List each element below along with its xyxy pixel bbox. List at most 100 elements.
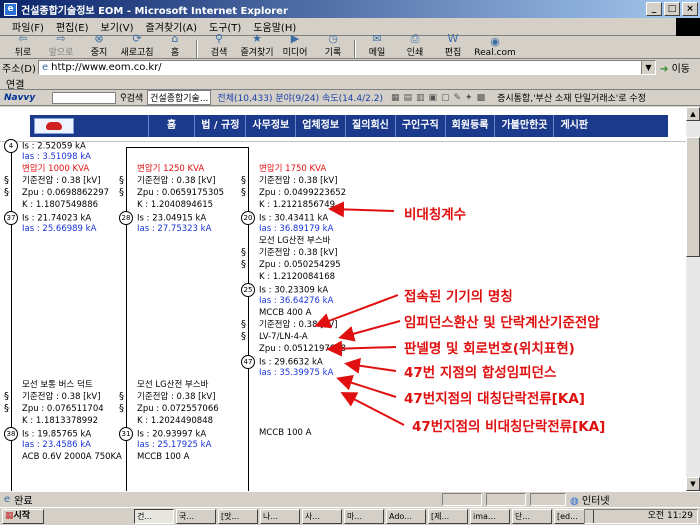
favorites-button[interactable]: ★ 즐겨찾기 xyxy=(238,33,276,59)
back-arrow-icon: ⇦ xyxy=(18,32,28,45)
print-button[interactable]: ⎙ 인쇄 xyxy=(396,32,434,59)
clock[interactable]: 오전 11:29 xyxy=(648,511,693,521)
arrow-base-voltage xyxy=(338,320,401,342)
home-icon: ⌂ xyxy=(171,32,179,45)
breaker-coil-icon: § xyxy=(241,331,246,342)
navvy-search-input[interactable] xyxy=(52,91,116,104)
scroll-up-icon[interactable]: ▲ xyxy=(686,107,700,121)
window-titlebar: e 건설종합기술정보 EOM - Microsoft Internet Expl… xyxy=(0,0,700,18)
globe-icon: ◍ xyxy=(570,496,579,507)
task-button[interactable]: ima... xyxy=(470,509,510,524)
task-button[interactable]: 단... xyxy=(512,509,552,524)
menu-file[interactable]: 파일(F) xyxy=(6,19,50,34)
arrow-impedance xyxy=(344,357,397,374)
stop-button[interactable]: ⊗ 중지 xyxy=(80,32,118,59)
real-icon: ◉ xyxy=(490,35,500,48)
refresh-icon: ⟳ xyxy=(132,32,142,45)
nav-law[interactable]: 법 / 규정 xyxy=(194,115,245,137)
go-button[interactable]: ➔ 이동 xyxy=(660,60,690,75)
status-text: 완료 xyxy=(14,496,33,507)
navvy-search-icon: ⚲ xyxy=(120,92,127,103)
navvy-search-button[interactable]: 검색 xyxy=(127,91,144,104)
system-tray: 오전 11:29 xyxy=(584,509,698,524)
history-button[interactable]: ◷ 기록 xyxy=(314,33,352,59)
node-38[interactable]: 38 xyxy=(4,427,18,441)
status-page-icon: e xyxy=(4,494,11,505)
task-button[interactable]: 사... xyxy=(302,509,342,524)
nav-office[interactable]: 사무정보 xyxy=(245,115,295,137)
mail-button[interactable]: ✉ 메일 xyxy=(358,33,396,59)
forward-arrow-icon: ⇨ xyxy=(56,32,66,45)
task-button[interactable]: 건... xyxy=(134,509,174,524)
node-31[interactable]: 31 xyxy=(119,427,133,441)
bus-coil-icon: § xyxy=(119,403,124,414)
search-button[interactable]: ⚲ 검색 xyxy=(200,33,238,59)
arrow-sym-current xyxy=(336,375,397,398)
stop-icon: ⊗ xyxy=(94,32,104,45)
task-button[interactable]: 국... xyxy=(176,509,216,524)
task-button[interactable]: [맛... xyxy=(218,509,258,524)
address-input[interactable]: e http://www.eom.co.kr/ ▼ xyxy=(38,60,656,75)
menu-tools[interactable]: 도구(T) xyxy=(203,19,247,34)
node-4[interactable]: 4 xyxy=(4,139,18,153)
ie-icon: e xyxy=(4,2,17,16)
bus-top-line xyxy=(126,147,248,148)
transformer-coil-icon: § xyxy=(119,175,124,186)
real-button[interactable]: ◉ Real.com xyxy=(472,35,518,59)
task-buttons: 건... 국... [맛... 나... 사... 마... Ado... [제… xyxy=(134,509,596,524)
navvy-news[interactable]: 증시통합,'부산 소재 단일거래소'로 수정 xyxy=(497,91,646,104)
node-20[interactable]: 20 xyxy=(241,211,255,225)
breaker-coil-icon: § xyxy=(241,319,246,330)
standard-toolbar: ⇦ 뒤로 ⇨ 앞으로 ⊗ 중지 ⟳ 새로고침 ⌂ 홈 ⚲ 검색 ★ 즐겨찾기 ▶ 미디어 ◷ 기록… xyxy=(0,33,700,59)
task-button[interactable]: [제... xyxy=(428,509,468,524)
forward-button[interactable]: ⇨ 앞으로 xyxy=(42,32,80,59)
navvy-site[interactable]: 건설종합기술... xyxy=(147,90,212,105)
node-47[interactable]: 47 xyxy=(241,355,255,369)
start-button[interactable]: ▦시작 xyxy=(2,509,44,524)
navvy-brand[interactable]: Navvy xyxy=(4,93,52,103)
bus-coil-icon: § xyxy=(119,391,124,402)
transformer-coil-icon: § xyxy=(4,187,9,198)
bus-coil-icon: § xyxy=(4,391,9,402)
scroll-thumb[interactable] xyxy=(686,137,700,257)
home-button[interactable]: ⌂ 홈 xyxy=(156,32,194,59)
annotation-asym-current: 47번지점의 비대칭단락전류[KA] xyxy=(412,419,606,435)
navvy-tool-icons[interactable]: ▦▤▥▣▢✎✦▩ xyxy=(391,93,489,103)
nav-home[interactable]: 홈 xyxy=(148,115,194,137)
annotation-base-voltage: 임피던스환산 및 단락계산기준전압 xyxy=(404,315,600,331)
address-label: 주소(D) xyxy=(2,64,36,75)
nav-places[interactable]: 가볼만한곳 xyxy=(494,115,553,137)
media-button[interactable]: ▶ 미디어 xyxy=(276,33,314,59)
windows-flag-icon: ▦ xyxy=(5,511,14,521)
task-button[interactable]: 마... xyxy=(344,509,384,524)
nav-register[interactable]: 회원등록 xyxy=(444,115,495,137)
node-28[interactable]: 28 xyxy=(119,211,133,225)
printer-icon: ⎙ xyxy=(410,32,420,45)
bus-coil-icon: § xyxy=(241,247,246,258)
navvy-toolbar: Navvy ⚲ 검색 건설종합기술... 전체(10,433) 분야(9/24)… xyxy=(0,90,700,106)
web-page: 홈 법 / 규정 사무정보 업체정보 질의회신 구인구직 회원등록 가볼만한곳 … xyxy=(0,107,686,491)
transformer-coil-icon: § xyxy=(241,187,246,198)
annotation-impedance: 47번 지점의 합성임피던스 xyxy=(404,365,557,381)
maximize-button[interactable]: □ xyxy=(664,2,680,16)
site-logo-mark xyxy=(46,122,62,130)
task-button[interactable]: 나... xyxy=(260,509,300,524)
address-dropdown-icon[interactable]: ▼ xyxy=(641,61,655,74)
nav-company[interactable]: 업체정보 xyxy=(295,115,345,137)
node-25[interactable]: 25 xyxy=(241,283,255,297)
scroll-down-icon[interactable]: ▼ xyxy=(686,477,700,491)
edit-button[interactable]: W 편집 xyxy=(434,33,472,59)
minimize-button[interactable]: _ xyxy=(646,2,662,16)
close-button[interactable]: × xyxy=(682,2,698,16)
back-button[interactable]: ⇦ 뒤로 xyxy=(4,32,42,59)
refresh-button[interactable]: ⟳ 새로고침 xyxy=(118,32,156,59)
node-37[interactable]: 37 xyxy=(4,211,18,225)
nav-jobs[interactable]: 구인구직 xyxy=(394,115,445,137)
page-scrollbar[interactable]: ▲ ▼ xyxy=(686,107,700,491)
site-logo[interactable] xyxy=(34,118,74,134)
transformer-coil-icon: § xyxy=(4,175,9,186)
nav-board[interactable]: 게시판 xyxy=(553,115,594,137)
go-arrow-icon: ➔ xyxy=(660,64,669,75)
task-button[interactable]: Ado... xyxy=(386,509,426,524)
nav-qa[interactable]: 질의회신 xyxy=(345,115,395,137)
